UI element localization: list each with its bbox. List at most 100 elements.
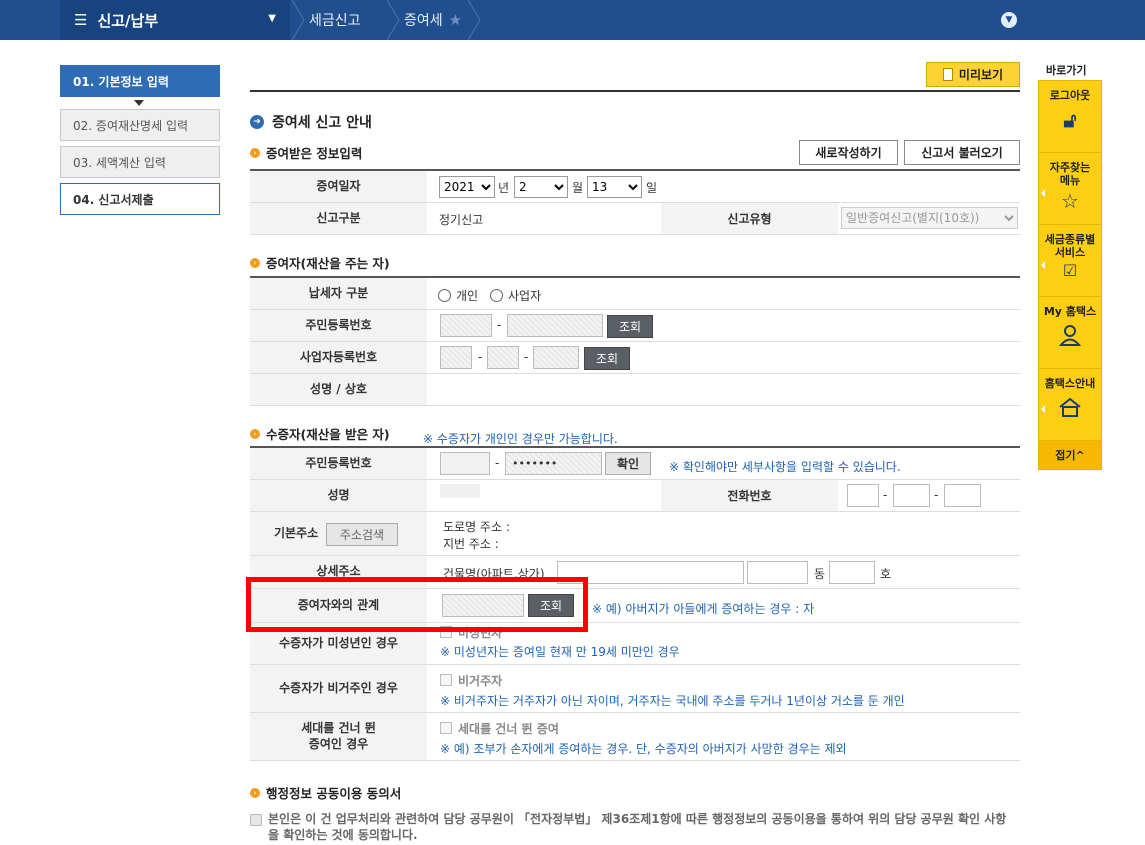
basic-addr-label-text: 기본주소 [274, 525, 319, 540]
breadcrumb-separator-icon [386, 0, 400, 40]
bullet-icon: › [250, 147, 260, 158]
giver-rrn-label: 주민등록번호 [250, 310, 427, 341]
chevron-down-icon[interactable]: ▼ [1001, 12, 1017, 28]
giver-name-label: 성명 / 상호 [250, 374, 427, 405]
giver-rrn-front-input[interactable] [440, 314, 492, 337]
step-submit[interactable]: 04. 신고서제출 [60, 183, 220, 215]
dash: - [883, 488, 888, 502]
section-receiver-text: 수증자(재산을 받은 자) [266, 427, 390, 442]
step-basic-info[interactable]: 01. 기본정보 입력 [60, 65, 220, 97]
road-address-label: 도로명 주소 : [443, 520, 510, 534]
section-receiver-title: › 수증자(재산을 받은 자) [250, 424, 390, 443]
bullet-icon: › [250, 257, 260, 268]
guide-title[interactable]: ➜ 증여세 신고 안내 [250, 112, 372, 132]
breadcrumb-separator-icon [291, 0, 305, 40]
new-write-button[interactable]: 새로작성하기 [799, 140, 898, 165]
quick-hometax-guide[interactable]: 홈택스안내 [1039, 369, 1101, 441]
lot-address-label: 지번 주소 : [443, 537, 499, 551]
giver-brn-lookup-button[interactable]: 조회 [584, 347, 630, 370]
checkbox-icon: ☑ [1062, 261, 1078, 281]
guide-title-text: 증여세 신고 안내 [272, 115, 372, 131]
receiver-name-label: 성명 [250, 480, 427, 511]
day-unit: 일 [646, 181, 658, 195]
dash: - [478, 350, 483, 364]
ho-label: 호 [880, 567, 892, 581]
radio-individual[interactable] [438, 289, 451, 302]
menu-label: 신고/납부 [97, 11, 159, 30]
quick-favorites[interactable]: 자주찾는 메뉴 ☆ [1039, 153, 1101, 225]
skip-generation-checkbox[interactable] [440, 722, 452, 734]
dong-label: 동 [814, 567, 826, 581]
gift-date-label: 증여일자 [250, 171, 427, 202]
dash: - [524, 350, 529, 364]
skip-generation-checkbox-label: 세대를 건너 뛴 증여 [458, 722, 559, 736]
section-giver-text: 증여자(재산을 주는 자) [266, 256, 390, 271]
taxpayer-type-label: 납세자 구분 [250, 278, 427, 309]
phone-1-input[interactable] [847, 484, 879, 507]
step-gift-property[interactable]: 02. 증여재산명세 입력 [60, 109, 220, 141]
quick-my-hometax[interactable]: My 홈택스 [1039, 297, 1101, 369]
consent-block: 본인은 이 건 업무처리와 관련하여 담당 공무원이 「전자정부법」 제36조제… [250, 811, 1010, 843]
month-select[interactable]: 2 [514, 176, 568, 198]
section-consent-title: › 행정정보 공동이용 동의서 [250, 783, 401, 802]
giver-brn-2-input[interactable] [487, 346, 519, 369]
breadcrumb-gift-tax[interactable]: 증여세 ★ [404, 0, 462, 40]
quick-logout[interactable]: 로그아웃 🔓︎ [1039, 81, 1101, 153]
quick-tax-services[interactable]: 세금종류별 서비스 ☑ [1039, 225, 1101, 297]
lock-icon: 🔓︎ [1063, 108, 1077, 133]
consent-checkbox[interactable] [250, 814, 262, 826]
receiver-note: ※ 수증자가 개인인 경우만 가능합니다. [423, 432, 618, 446]
giver-form: 납세자 구분 개인 사업자 주민등록번호 - 조회 사업자등록번호 - - 조회… [250, 276, 1020, 406]
receiver-confirm-button[interactable]: 확인 [605, 452, 651, 475]
phone-3-input[interactable] [944, 484, 981, 507]
dash: - [495, 456, 500, 470]
nonresident-note: ※ 비거주자는 거주자가 아닌 자이며, 거주자는 국내에 주소를 두거나 1년… [440, 694, 905, 708]
section-gift-info-title: › 증여받은 정보입력 [250, 143, 362, 162]
radio-individual-label: 개인 [456, 289, 479, 303]
skip-generation-label-2: 증여인 경우 [308, 736, 369, 751]
giver-brn-1-input[interactable] [440, 346, 472, 369]
load-report-button[interactable]: 신고서 불러오기 [904, 140, 1020, 165]
preview-button[interactable]: 미리보기 [926, 62, 1020, 87]
giver-brn-label: 사업자등록번호 [250, 342, 427, 373]
arrow-right-icon: ➜ [250, 115, 264, 129]
quick-logout-label: 로그아웃 [1049, 89, 1091, 102]
year-unit: 년 [498, 181, 510, 195]
top-bar: ☰ 신고/납부 ▼ 세금신고 증여세 ★ ▼ [0, 0, 1145, 40]
receiver-rrn-label: 주민등록번호 [250, 448, 427, 479]
dash: - [934, 488, 939, 502]
gift-info-form: 증여일자 2021 년 2 월 13 일 신고구분 정기신고 신고유형 일반증여… [250, 169, 1020, 235]
relation-note: ※ 예) 아버지가 아들에게 증여하는 경우 : 자 [592, 602, 815, 616]
phone-2-input[interactable] [893, 484, 930, 507]
breadcrumb-separator-icon [467, 0, 481, 40]
receiver-rrn-back-input[interactable]: ••••••• [505, 452, 602, 475]
report-kind-select[interactable]: 일반증여신고(별지(10호)) [841, 207, 1018, 229]
giver-rrn-lookup-button[interactable]: 조회 [607, 315, 653, 338]
dong-input[interactable] [747, 561, 808, 584]
menu-dropdown[interactable]: ☰ 신고/납부 ▼ [60, 0, 290, 40]
bullet-icon: › [250, 428, 260, 439]
address-search-button[interactable]: 주소검색 [326, 523, 398, 546]
radio-business[interactable] [490, 289, 503, 302]
quick-hometax-guide-label: 홈택스안내 [1044, 377, 1096, 390]
hamburger-icon: ☰ [74, 11, 88, 29]
giver-rrn-back-input[interactable] [507, 314, 603, 337]
nonresident-checkbox[interactable] [440, 674, 452, 686]
dash: - [497, 318, 502, 332]
year-select[interactable]: 2021 [439, 176, 495, 198]
radio-business-label: 사업자 [508, 289, 542, 303]
star-icon[interactable]: ★ [449, 11, 462, 29]
giver-brn-3-input[interactable] [533, 346, 579, 369]
triangle-left-icon [1041, 189, 1045, 197]
quick-fold-button[interactable]: 접기^ [1039, 441, 1101, 469]
breadcrumb-gift-tax-label: 증여세 [404, 13, 443, 29]
breadcrumb-tax-report[interactable]: 세금신고 [309, 0, 361, 40]
day-select[interactable]: 13 [587, 176, 642, 198]
quick-favorites-label: 자주찾는 메뉴 [1049, 161, 1091, 188]
quick-my-hometax-label: My 홈택스 [1043, 305, 1097, 318]
house-icon [1059, 397, 1081, 418]
ho-input[interactable] [829, 561, 875, 584]
receiver-rrn-front-input[interactable] [440, 452, 490, 475]
report-kind-label: 신고유형 [661, 203, 838, 234]
step-tax-calc[interactable]: 03. 세액계산 입력 [60, 146, 220, 178]
